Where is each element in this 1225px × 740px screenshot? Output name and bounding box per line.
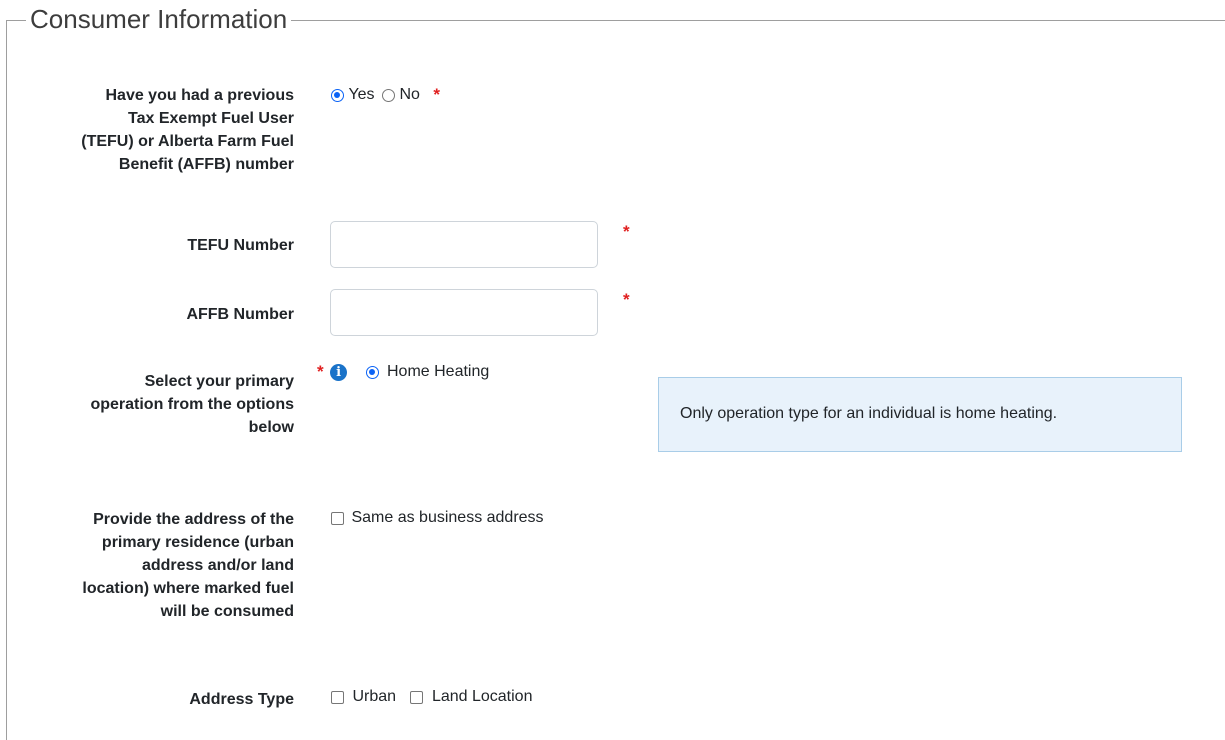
primary-operation-label: Select your primary operation from the o… xyxy=(4,370,294,439)
address-type-options: Urban Land Location xyxy=(331,688,532,706)
land-location-label[interactable]: Land Location xyxy=(432,688,533,705)
residence-address-label-line: primary residence (urban xyxy=(101,534,294,551)
residence-address-label-line: location) where marked fuel xyxy=(82,580,294,597)
residence-address-label: Provide the address of the primary resid… xyxy=(4,508,294,623)
primary-operation-label-line: operation from the options xyxy=(90,396,294,413)
previous-number-no-radio[interactable] xyxy=(382,88,396,102)
same-as-business-checkbox[interactable] xyxy=(331,511,344,525)
previous-number-options: Yes No * xyxy=(331,85,440,105)
urban-checkbox[interactable] xyxy=(331,690,344,704)
affb-number-input[interactable] xyxy=(330,289,598,336)
same-as-business-option: Same as business address xyxy=(331,509,544,527)
primary-operation-label-line: below xyxy=(248,419,294,436)
affb-required-marker: * xyxy=(623,290,630,309)
land-location-checkbox[interactable] xyxy=(410,690,424,704)
section-title: Consumer Information xyxy=(26,2,292,36)
required-marker: * xyxy=(317,362,324,381)
previous-number-yes-label[interactable]: Yes xyxy=(348,86,374,103)
tefu-required-marker: * xyxy=(623,222,630,241)
residence-address-label-line: will be consumed xyxy=(160,603,294,620)
info-icon[interactable]: i xyxy=(330,363,348,381)
previous-number-label-line: Benefit (AFFB) number xyxy=(118,156,294,173)
previous-number-label-line: Have you had a previous xyxy=(105,87,294,104)
tefu-number-label: TEFU Number xyxy=(187,237,294,254)
home-heating-radio[interactable] xyxy=(365,365,379,379)
previous-number-label-line: Tax Exempt Fuel User xyxy=(128,110,294,127)
previous-number-label: Have you had a previous Tax Exempt Fuel … xyxy=(4,84,294,176)
previous-number-label-line: (TEFU) or Alberta Farm Fuel xyxy=(81,133,294,150)
urban-label[interactable]: Urban xyxy=(352,688,396,705)
residence-address-label-line: address and/or land xyxy=(141,557,294,574)
address-type-label: Address Type xyxy=(189,691,294,708)
primary-operation-label-line: Select your primary xyxy=(144,373,294,390)
operation-info-box: Only operation type for an individual is… xyxy=(658,377,1182,452)
same-as-business-label[interactable]: Same as business address xyxy=(351,509,543,526)
required-marker: * xyxy=(433,85,440,104)
primary-operation-options: * i Home Heating xyxy=(317,362,489,382)
previous-number-no-label[interactable]: No xyxy=(399,86,419,103)
previous-number-yes-radio[interactable] xyxy=(331,88,344,102)
home-heating-label[interactable]: Home Heating xyxy=(387,363,489,380)
tefu-number-input[interactable] xyxy=(330,221,598,268)
affb-number-label: AFFB Number xyxy=(186,306,294,323)
residence-address-label-line: Provide the address of the xyxy=(93,511,294,528)
